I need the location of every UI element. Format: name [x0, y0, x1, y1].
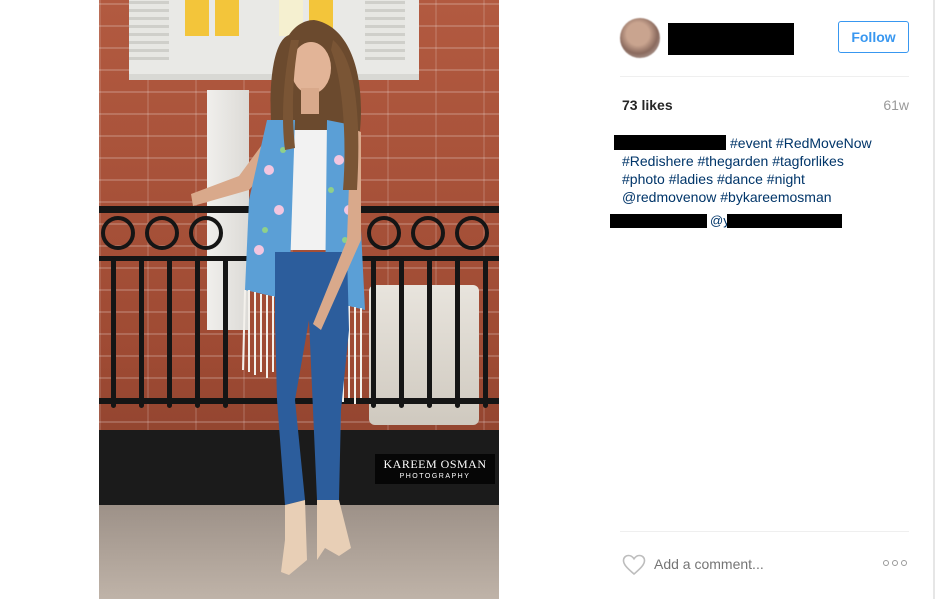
header-divider	[620, 76, 909, 77]
comment-input[interactable]	[654, 556, 854, 572]
avatar[interactable]	[620, 18, 660, 58]
caption-line-1: #event #RedMoveNow	[614, 134, 909, 152]
caption-author-redacted	[614, 135, 726, 150]
comment-bar	[620, 531, 909, 597]
comment-redacted-2	[727, 214, 842, 228]
post-time-ago[interactable]: 61w	[883, 97, 909, 113]
comment-redacted-1	[610, 214, 707, 228]
likes-row: 73 likes 61w	[622, 97, 909, 115]
post-page: KAREEM OSMAN PHOTOGRAPHY Follow 73 likes…	[0, 0, 935, 599]
post-photo[interactable]: KAREEM OSMAN PHOTOGRAPHY	[99, 0, 499, 599]
caption-line1-tags[interactable]: #event #RedMoveNow	[730, 135, 872, 151]
post-header: Follow	[620, 16, 910, 60]
person-figure	[191, 20, 365, 575]
post-caption: #event #RedMoveNow #Redishere #thegarden…	[614, 134, 909, 206]
caption-line-2[interactable]: #Redishere #thegarden #tagforlikes	[622, 152, 909, 170]
follow-button[interactable]: Follow	[838, 21, 909, 53]
watermark-line1: KAREEM OSMAN	[383, 457, 487, 471]
likes-count[interactable]: 73 likes	[622, 97, 673, 113]
photographer-watermark: KAREEM OSMAN PHOTOGRAPHY	[375, 454, 495, 484]
username-redacted	[668, 23, 794, 55]
heart-icon[interactable]	[622, 554, 646, 576]
caption-line-3[interactable]: #photo #ladies #dance #night	[622, 170, 909, 188]
watermark-line2: PHOTOGRAPHY	[399, 473, 471, 480]
comment-line: @y	[610, 213, 842, 229]
caption-line-4[interactable]: @redmovenow #bykareemosman	[622, 188, 909, 206]
more-options-icon[interactable]	[883, 558, 909, 568]
